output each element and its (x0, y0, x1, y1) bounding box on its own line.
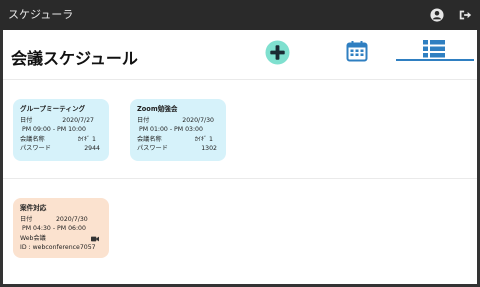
page-title: 会議スケジュール (11, 49, 138, 68)
video-camera-icon (91, 236, 99, 242)
header-divider (3, 79, 477, 80)
calendar-view-button[interactable] (346, 40, 368, 66)
logout-icon[interactable] (458, 7, 474, 23)
meeting-card[interactable]: 案件対応 日付 2020/7/30 PM 04:30 - PM 06:00 Web… (13, 198, 109, 258)
date-value: 2020/7/27 (62, 116, 94, 124)
meeting-card[interactable]: グループミーティング 日付 2020/7/27 PM 09:00 - PM 10:… (13, 99, 109, 161)
plus-icon (265, 40, 290, 65)
meeting-name-value: ｶｲｷﾞ 1 (77, 135, 96, 143)
row-divider (3, 178, 477, 179)
meeting-name-label: 会議名称 (20, 135, 45, 143)
list-icon (423, 40, 445, 58)
top-bar: スケジューラ (0, 0, 480, 30)
calendar-icon (346, 41, 368, 62)
password-label: パスワード (20, 145, 51, 153)
add-meeting-button[interactable] (265, 40, 290, 69)
meeting-name-value: ｶｲｷﾞ 1 (194, 135, 213, 143)
meeting-title: グループミーティング (20, 105, 86, 113)
date-label: 日付 (20, 215, 33, 223)
meeting-card[interactable]: Zoom勉強会 日付 2020/7/30 PM 01:00 - PM 03:00 … (130, 99, 226, 161)
app-title: スケジューラ (8, 8, 74, 21)
meeting-title: Zoom勉強会 (137, 105, 178, 113)
password-value: 2944 (84, 145, 100, 153)
date-value: 2020/7/30 (182, 116, 214, 124)
meeting-type: Web会議 (20, 234, 46, 242)
time-range: PM 01:00 - PM 03:00 (139, 126, 203, 134)
meeting-title: 案件対応 (20, 204, 47, 212)
date-label: 日付 (20, 116, 33, 124)
date-label: 日付 (137, 116, 150, 124)
date-value: 2020/7/30 (56, 215, 88, 223)
password-value: 1302 (201, 145, 217, 153)
user-circle-icon[interactable] (430, 7, 446, 23)
meeting-name-label: 会議名称 (137, 135, 162, 143)
time-range: PM 04:30 - PM 06:00 (22, 225, 86, 233)
meeting-id: ID : webconference7057 (20, 244, 96, 252)
active-view-indicator (396, 59, 474, 61)
time-range: PM 09:00 - PM 10:00 (22, 126, 86, 134)
password-label: パスワード (137, 145, 168, 153)
